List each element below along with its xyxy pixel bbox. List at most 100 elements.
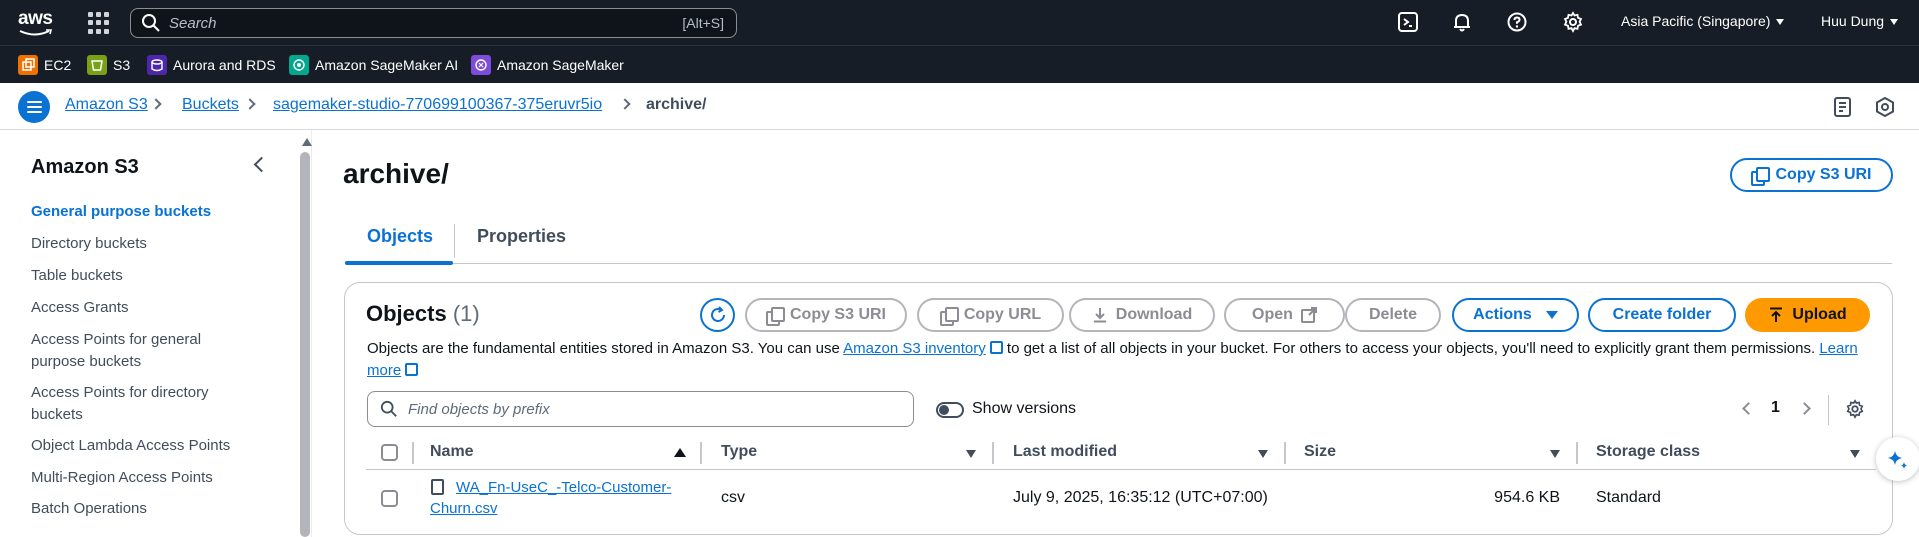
aws-logo-text: aws <box>18 8 53 29</box>
aws-smile-icon <box>19 29 53 36</box>
help-assistant-button[interactable] <box>1876 437 1919 481</box>
sidebar-item-object-lambda[interactable]: Object Lambda Access Points <box>31 435 251 457</box>
pager-divider <box>1828 395 1829 425</box>
help-icon[interactable] <box>1506 11 1528 33</box>
favorite-sagemaker[interactable]: Amazon SageMaker <box>471 55 624 75</box>
side-nav-close-icon[interactable] <box>253 156 270 173</box>
chevron-right-icon <box>244 98 256 110</box>
chevron-right-icon <box>150 98 162 110</box>
sidebar-item-access-points-general[interactable]: Access Points for general purpose bucket… <box>31 329 251 373</box>
row-checkbox[interactable] <box>381 490 398 507</box>
object-name-link[interactable]: WA_Fn-UseC_-Telco-Customer-Churn.csv <box>430 477 690 519</box>
upload-button[interactable]: Upload <box>1745 298 1870 332</box>
tab-objects[interactable]: Objects <box>367 226 433 247</box>
sidebar-item-table-buckets[interactable]: Table buckets <box>31 265 251 287</box>
filter-placeholder: Find objects by prefix <box>408 400 550 418</box>
column-header-type[interactable]: Type <box>721 443 757 461</box>
favorite-s3[interactable]: S3 <box>87 55 130 75</box>
hexagon-settings-icon[interactable] <box>1874 96 1896 118</box>
copy-url-button[interactable]: Copy URL <box>917 298 1064 332</box>
side-nav-title[interactable]: Amazon S3 <box>31 156 139 179</box>
select-all-checkbox[interactable] <box>381 444 398 461</box>
sagemaker-icon <box>471 55 491 75</box>
column-divider[interactable] <box>1576 442 1578 464</box>
column-divider[interactable] <box>992 442 994 464</box>
info-panel-icon[interactable] <box>1832 96 1854 118</box>
current-page-number[interactable]: 1 <box>1771 399 1780 417</box>
search-icon <box>380 400 397 417</box>
breadcrumb-buckets[interactable]: Buckets <box>182 96 239 114</box>
region-selector[interactable]: Asia Pacific (Singapore) <box>1621 13 1785 29</box>
column-header-name[interactable]: Name <box>430 443 474 461</box>
copy-s3-uri-header-button[interactable]: Copy S3 URI <box>1730 158 1893 192</box>
favorite-label: Amazon SageMaker <box>497 57 624 73</box>
sort-icon[interactable] <box>966 450 976 458</box>
sidebar-item-multi-region[interactable]: Multi-Region Access Points <box>31 467 251 489</box>
column-header-last-modified[interactable]: Last modified <box>1013 443 1117 461</box>
object-last-modified: July 9, 2025, 16:35:12 (UTC+07:00) <box>1013 489 1268 506</box>
global-search-input[interactable]: Search [Alt+S] <box>130 8 737 38</box>
object-storage-class: Standard <box>1596 489 1661 506</box>
scroll-up-icon[interactable] <box>302 138 312 146</box>
download-button[interactable]: Download <box>1069 298 1215 332</box>
sort-icon[interactable] <box>1850 450 1860 458</box>
column-divider[interactable] <box>700 442 702 464</box>
services-grid-icon[interactable] <box>88 12 110 34</box>
favorite-sagemaker-ai[interactable]: Amazon SageMaker AI <box>289 55 458 75</box>
delete-button[interactable]: Delete <box>1345 298 1441 332</box>
table-settings-icon[interactable] <box>1845 399 1865 419</box>
column-header-storage-class[interactable]: Storage class <box>1596 443 1700 461</box>
sort-icon[interactable] <box>1550 450 1560 458</box>
sagemaker-ai-icon <box>289 55 309 75</box>
favorite-ec2[interactable]: EC2 <box>18 55 71 75</box>
tab-list: Objects Properties <box>345 218 1892 265</box>
tab-properties[interactable]: Properties <box>477 226 566 247</box>
gear-icon[interactable] <box>1562 11 1584 33</box>
s3-icon <box>87 55 107 75</box>
column-divider[interactable] <box>1284 442 1286 464</box>
sidebar-item-access-grants[interactable]: Access Grants <box>31 297 251 319</box>
description-text: Objects are the fundamental entities sto… <box>367 340 840 357</box>
object-filter-input[interactable]: Find objects by prefix <box>367 391 914 427</box>
column-header-size[interactable]: Size <box>1304 443 1336 461</box>
active-tab-indicator <box>345 261 453 265</box>
show-versions-toggle[interactable] <box>936 402 964 418</box>
sidebar-item-general-purpose-buckets[interactable]: General purpose buckets <box>31 201 251 223</box>
download-icon <box>1093 308 1106 323</box>
region-label: Asia Pacific (Singapore) <box>1621 13 1771 29</box>
copy-s3-uri-button[interactable]: Copy S3 URI <box>745 298 907 332</box>
actions-dropdown[interactable]: Actions <box>1452 298 1579 332</box>
account-menu[interactable]: Huu Dung <box>1821 13 1899 29</box>
side-navigation: Amazon S3 General purpose buckets Direct… <box>0 130 298 537</box>
button-label: Upload <box>1792 306 1847 323</box>
user-label: Huu Dung <box>1821 13 1885 29</box>
create-folder-button[interactable]: Create folder <box>1588 298 1736 332</box>
sidebar-item-access-points-directory[interactable]: Access Points for directory buckets <box>31 382 251 426</box>
open-button[interactable]: Open <box>1224 298 1345 332</box>
bell-icon[interactable] <box>1451 11 1473 33</box>
button-label: Copy S3 URI <box>1775 166 1872 183</box>
column-divider <box>412 442 414 464</box>
button-label: Download <box>1115 306 1193 323</box>
sparkle-icon <box>1888 451 1907 469</box>
s3-inventory-link[interactable]: Amazon S3 inventory <box>843 340 986 357</box>
button-label: Delete <box>1368 306 1418 323</box>
copy-icon <box>1751 167 1771 186</box>
refresh-button[interactable] <box>700 298 735 332</box>
cloudshell-icon[interactable] <box>1397 11 1419 33</box>
object-size: 954.6 KB <box>1494 489 1560 506</box>
sort-ascending-icon[interactable] <box>674 448 686 457</box>
sort-icon[interactable] <box>1258 450 1268 458</box>
sidebar-item-batch-operations[interactable]: Batch Operations <box>31 498 251 520</box>
favorite-label: EC2 <box>44 57 72 73</box>
sidebar-item-directory-buckets[interactable]: Directory buckets <box>31 233 251 255</box>
object-name: WA_Fn-UseC_-Telco-Customer-Churn.csv <box>430 479 672 517</box>
show-versions-label: Show versions <box>972 400 1077 417</box>
scrollbar-thumb[interactable] <box>300 152 310 537</box>
side-nav-toggle-icon[interactable] <box>18 91 50 123</box>
favorite-aurora-rds[interactable]: Aurora and RDS <box>147 55 276 75</box>
breadcrumb-bucket[interactable]: sagemaker-studio-770699100367-375eruvr5i… <box>273 96 602 114</box>
aws-logo[interactable]: aws <box>18 8 56 38</box>
breadcrumb-amazon-s3[interactable]: Amazon S3 <box>65 96 148 114</box>
upload-icon <box>1770 307 1783 322</box>
